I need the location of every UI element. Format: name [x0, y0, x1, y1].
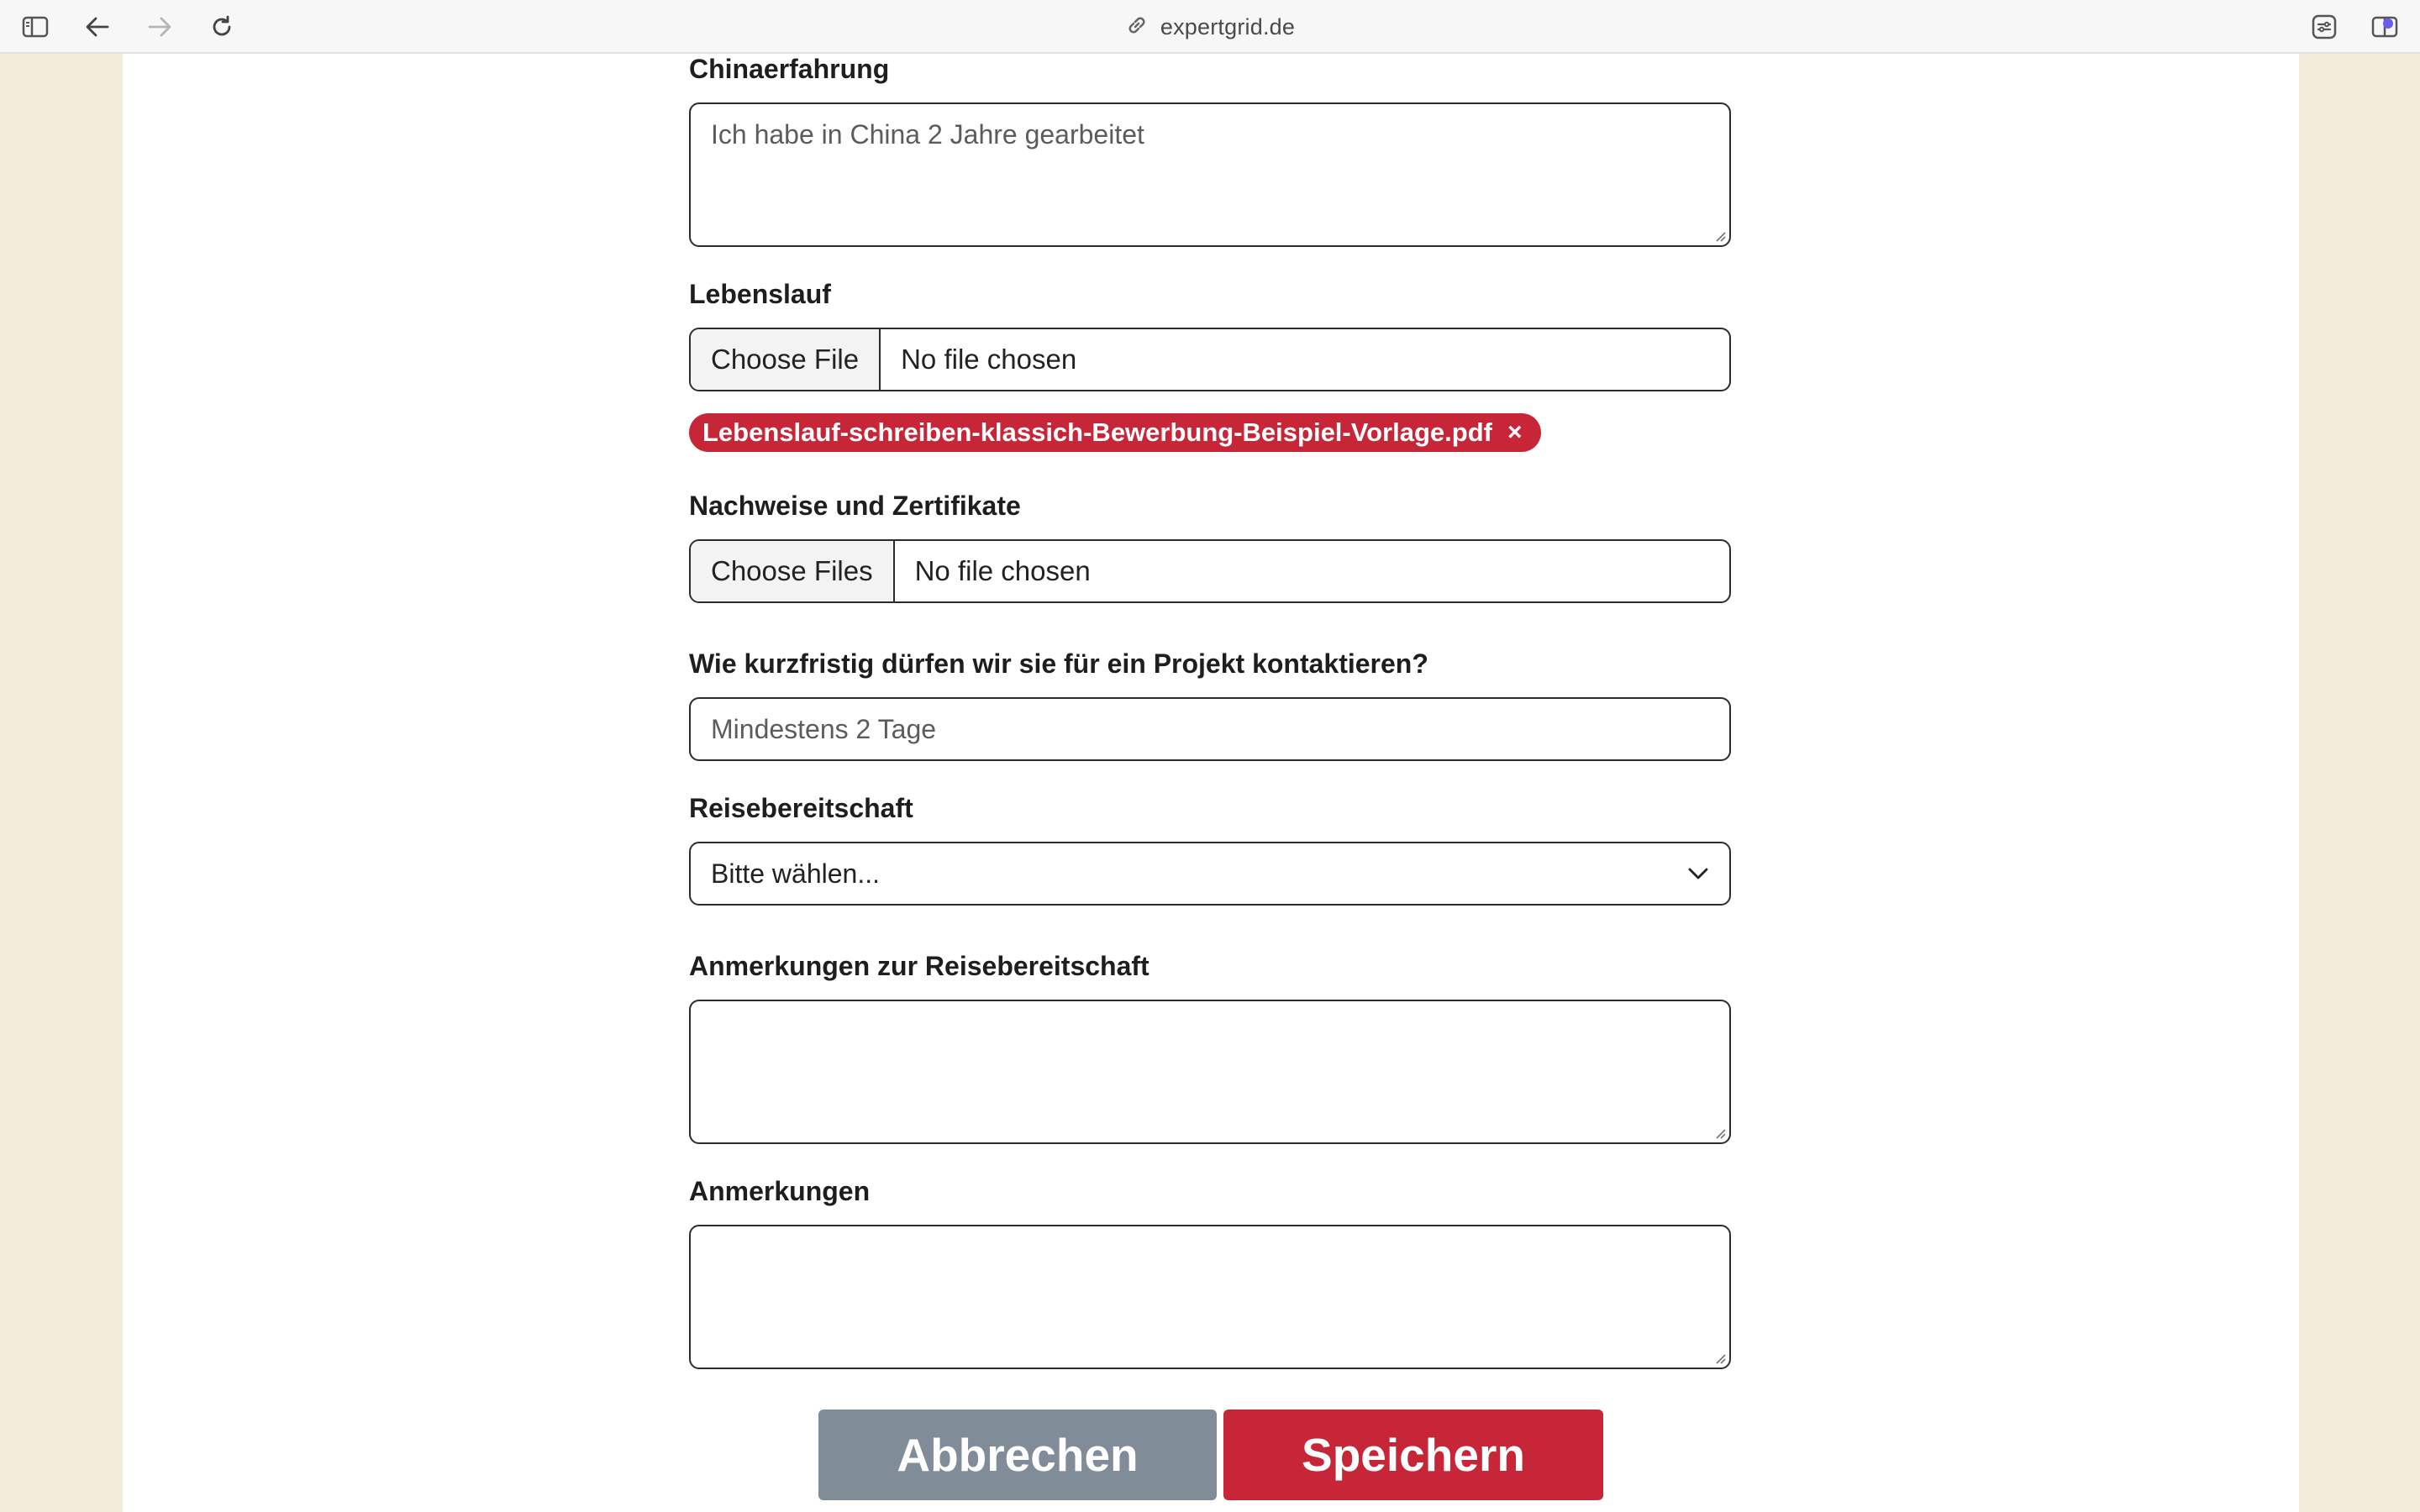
contact-availability-value: Mindestens 2 Tage	[711, 713, 937, 744]
travel-notes-textarea[interactable]	[689, 1000, 1731, 1144]
certificates-file-status: No file chosen	[914, 555, 1091, 586]
notes-label: Anmerkungen	[689, 1176, 871, 1206]
travel-readiness-select[interactable]: Bitte wählen...	[689, 842, 1731, 906]
contact-availability-label: Wie kurzfristig dürfen wir sie für ein P…	[689, 648, 1428, 679]
cv-choose-file-button[interactable]: Choose File	[691, 329, 881, 390]
extensions-icon[interactable]	[2309, 12, 2339, 42]
cv-label: Lebenslauf	[689, 279, 831, 309]
cv-file-status: No file chosen	[901, 344, 1077, 375]
certificates-label: Nachweise und Zertifikate	[689, 491, 1021, 521]
china-experience-textarea[interactable]: Ich habe in China 2 Jahre gearbeitet	[689, 102, 1731, 247]
certificates-file-input[interactable]: Choose Files No file chosen	[689, 539, 1731, 603]
reload-icon[interactable]	[207, 12, 237, 42]
sidebar-toggle-icon[interactable]	[20, 12, 50, 42]
china-experience-value: Ich habe in China 2 Jahre gearbeitet	[711, 119, 1144, 150]
back-arrow-icon[interactable]	[82, 12, 113, 42]
browser-toolbar: expertgrid.de	[0, 0, 2420, 54]
uploaded-cv-filename: Lebenslauf-schreiben-klassich-Bewerbung-…	[702, 417, 1492, 447]
split-view-icon[interactable]	[2370, 12, 2400, 42]
cancel-button[interactable]: Abbrechen	[818, 1410, 1217, 1500]
cv-file-input[interactable]: Choose File No file chosen	[689, 328, 1731, 391]
travel-readiness-selected: Bitte wählen...	[711, 858, 880, 889]
resize-grip-icon[interactable]	[1714, 1352, 1726, 1364]
link-icon	[1125, 13, 1149, 41]
notes-textarea[interactable]	[689, 1225, 1731, 1369]
resize-grip-icon[interactable]	[1714, 1127, 1726, 1139]
url-text: expertgrid.de	[1160, 13, 1296, 39]
uploaded-cv-badge: Lebenslauf-schreiben-klassich-Bewerbung-…	[689, 413, 1541, 452]
chevron-down-icon	[1688, 868, 1708, 879]
save-button[interactable]: Speichern	[1223, 1410, 1603, 1500]
forward-arrow-icon[interactable]	[145, 12, 175, 42]
remove-file-icon[interactable]: ×	[1507, 420, 1523, 445]
page-content: Chinaerfahrung Ich habe in China 2 Jahre…	[123, 54, 2299, 1512]
travel-readiness-label: Reisebereitschaft	[689, 793, 913, 823]
resize-grip-icon[interactable]	[1714, 230, 1726, 242]
certificates-choose-files-button[interactable]: Choose Files	[691, 541, 895, 601]
china-experience-label: Chinaerfahrung	[689, 54, 890, 84]
notification-dot	[2383, 18, 2393, 29]
contact-availability-input[interactable]: Mindestens 2 Tage	[689, 697, 1731, 761]
travel-notes-label: Anmerkungen zur Reisebereitschaft	[689, 951, 1150, 981]
address-bar[interactable]: expertgrid.de	[0, 0, 2420, 54]
